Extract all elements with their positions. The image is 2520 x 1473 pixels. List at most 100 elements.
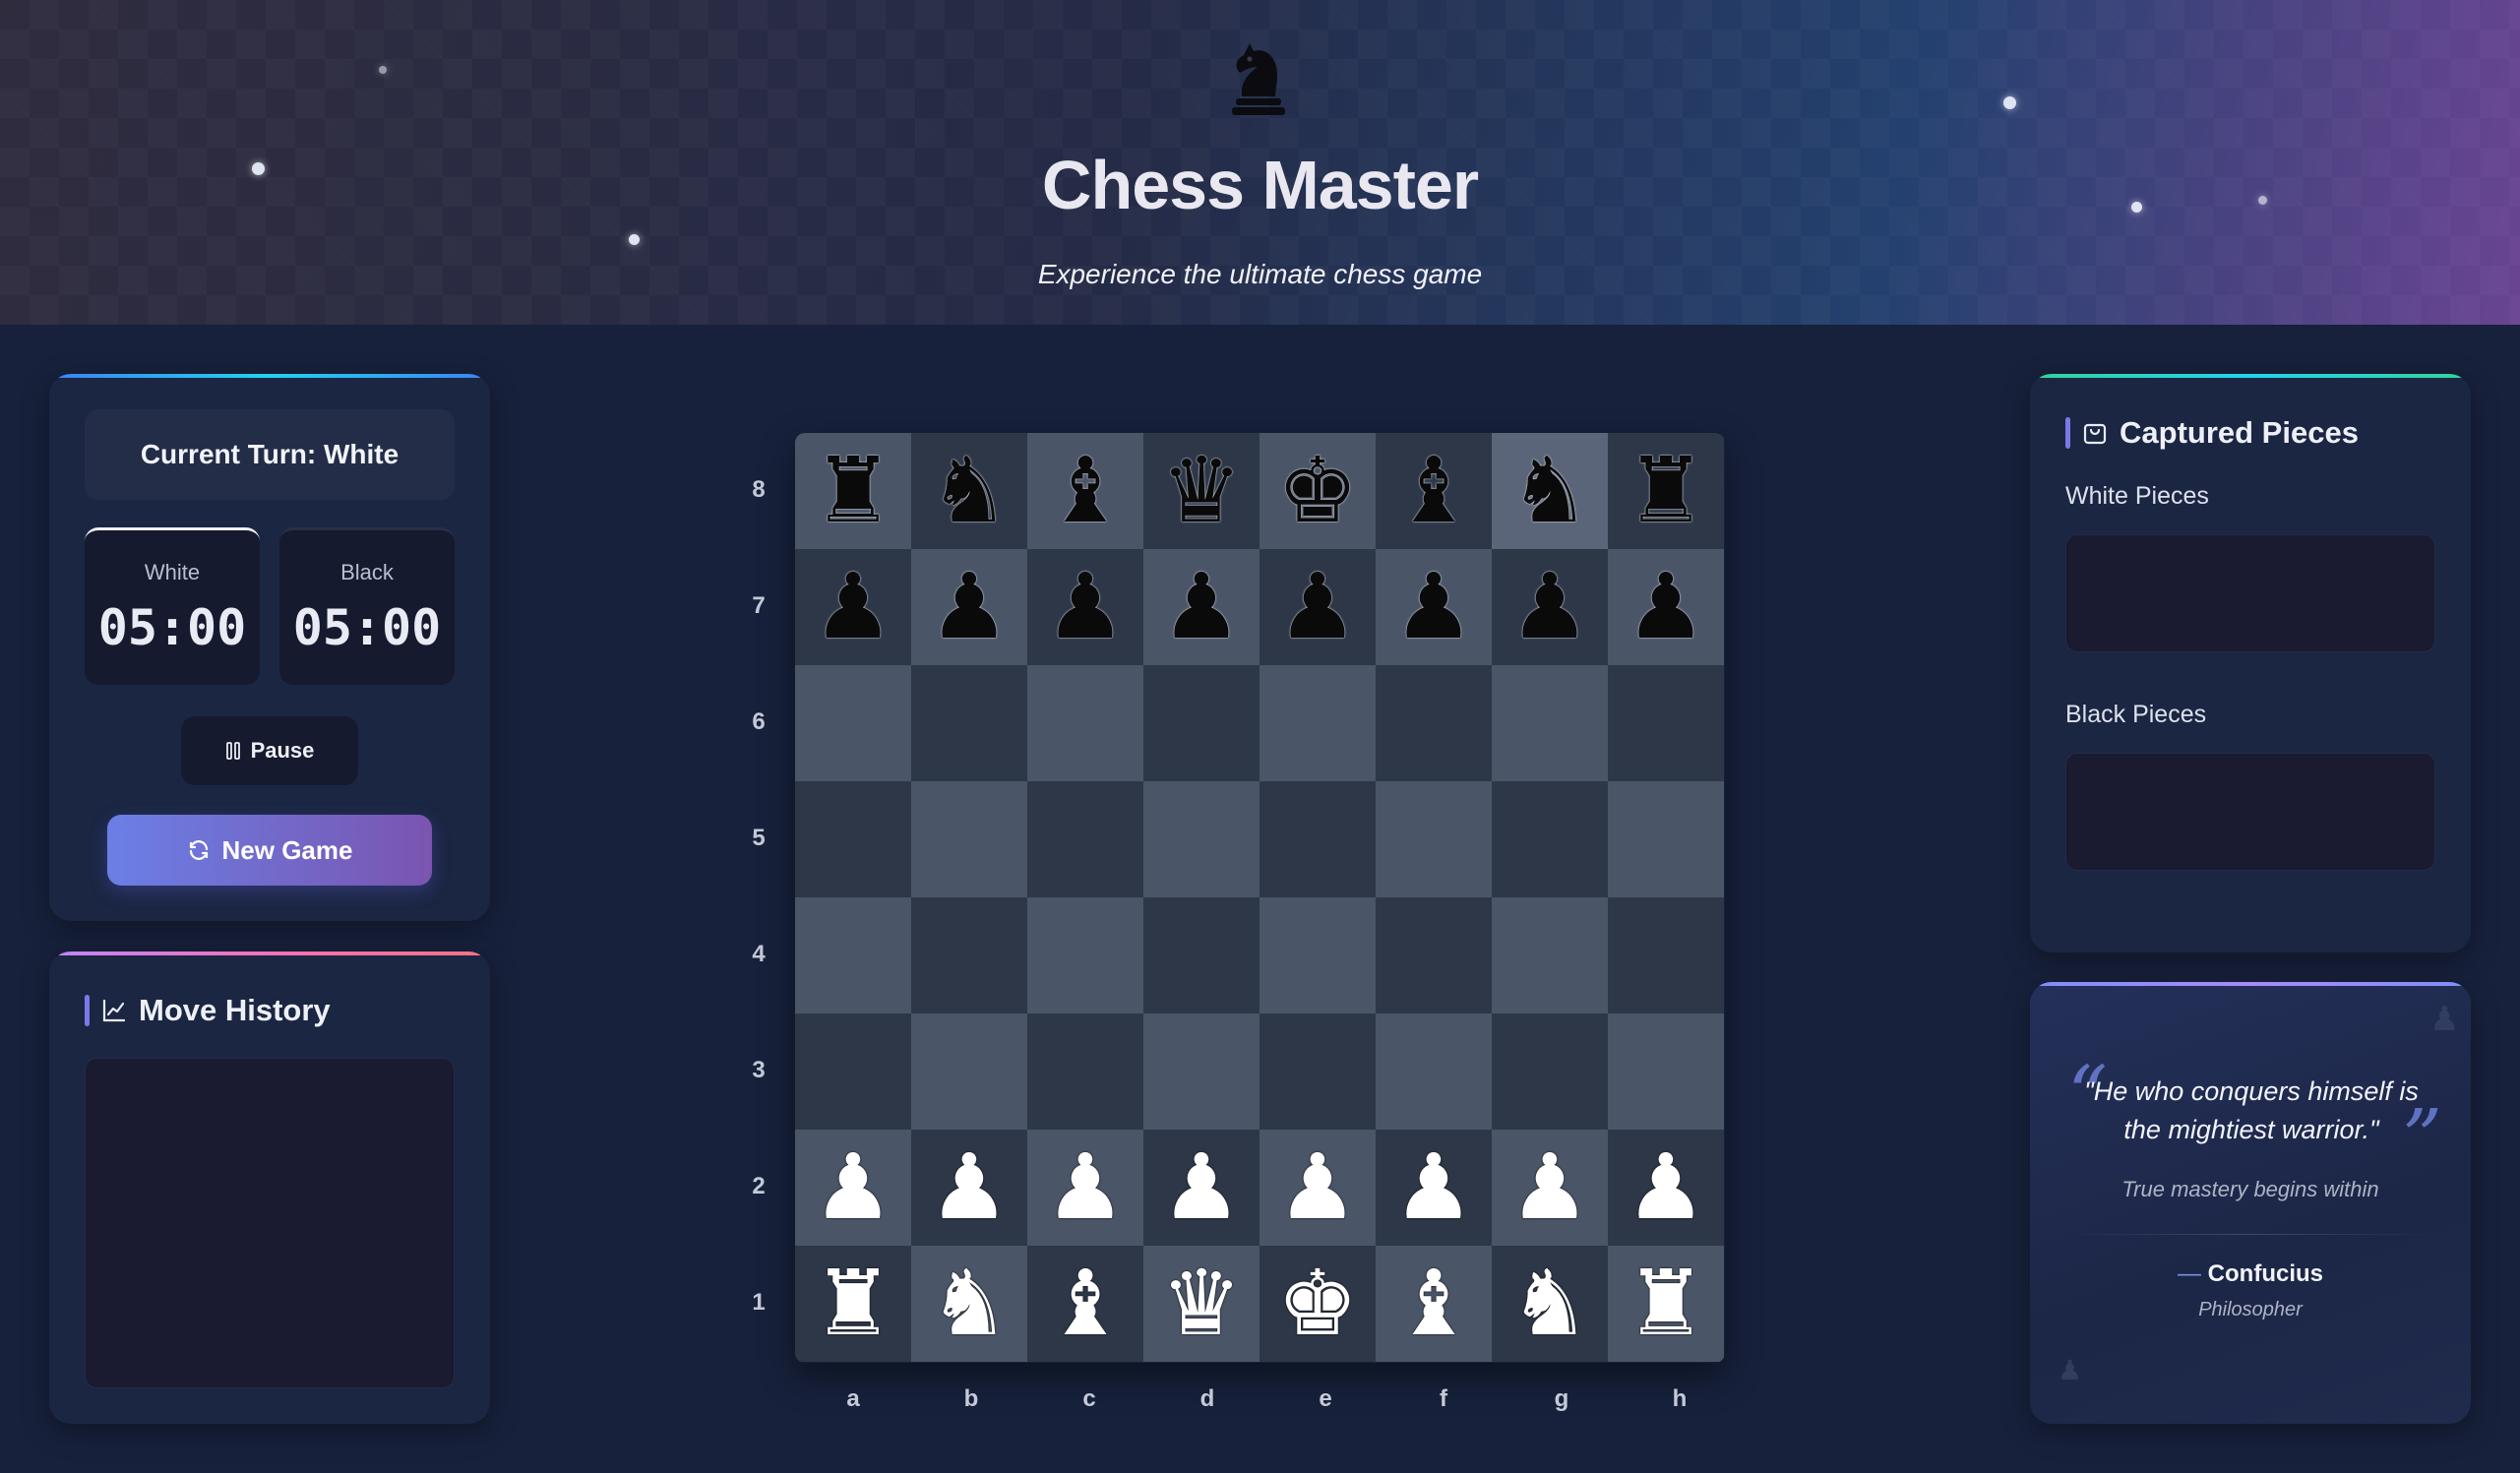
black-king-icon[interactable]: ♚ <box>1277 446 1358 536</box>
square-h3[interactable] <box>1608 1013 1724 1130</box>
square-d4[interactable] <box>1143 897 1260 1013</box>
black-pawn-icon[interactable]: ♟ <box>929 562 1010 652</box>
square-a2[interactable]: ♟ <box>795 1130 911 1246</box>
square-c2[interactable]: ♟ <box>1027 1130 1143 1246</box>
square-d6[interactable] <box>1143 665 1260 781</box>
square-b3[interactable] <box>911 1013 1027 1130</box>
square-e5[interactable] <box>1260 781 1376 897</box>
square-h2[interactable]: ♟ <box>1608 1130 1724 1246</box>
black-pawn-icon[interactable]: ♟ <box>1393 562 1474 652</box>
square-h8[interactable]: ♜ <box>1608 433 1724 549</box>
square-g2[interactable]: ♟ <box>1492 1130 1608 1246</box>
white-rook-icon[interactable]: ♜ <box>813 1258 893 1349</box>
square-c3[interactable] <box>1027 1013 1143 1130</box>
white-bishop-icon[interactable]: ♝ <box>1045 1258 1126 1349</box>
square-a1[interactable]: ♜ <box>795 1246 911 1362</box>
black-knight-icon[interactable]: ♞ <box>1509 446 1590 536</box>
square-f3[interactable] <box>1376 1013 1492 1130</box>
white-rook-icon[interactable]: ♜ <box>1626 1258 1706 1349</box>
square-a8[interactable]: ♜ <box>795 433 911 549</box>
square-c5[interactable] <box>1027 781 1143 897</box>
square-g1[interactable]: ♞ <box>1492 1246 1608 1362</box>
square-f4[interactable] <box>1376 897 1492 1013</box>
black-pawn-icon[interactable]: ♟ <box>1045 562 1126 652</box>
white-bishop-icon[interactable]: ♝ <box>1393 1258 1474 1349</box>
square-f7[interactable]: ♟ <box>1376 549 1492 665</box>
square-a3[interactable] <box>795 1013 911 1130</box>
square-b7[interactable]: ♟ <box>911 549 1027 665</box>
square-c6[interactable] <box>1027 665 1143 781</box>
square-h6[interactable] <box>1608 665 1724 781</box>
square-d5[interactable] <box>1143 781 1260 897</box>
square-e1[interactable]: ♚ <box>1260 1246 1376 1362</box>
square-d8[interactable]: ♛ <box>1143 433 1260 549</box>
square-e6[interactable] <box>1260 665 1376 781</box>
white-pawn-icon[interactable]: ♟ <box>813 1142 893 1233</box>
square-g6[interactable] <box>1492 665 1608 781</box>
square-d7[interactable]: ♟ <box>1143 549 1260 665</box>
white-pawn-icon[interactable]: ♟ <box>1626 1142 1706 1233</box>
square-g7[interactable]: ♟ <box>1492 549 1608 665</box>
black-knight-icon[interactable]: ♞ <box>929 446 1010 536</box>
square-d2[interactable]: ♟ <box>1143 1130 1260 1246</box>
black-bishop-icon[interactable]: ♝ <box>1045 446 1126 536</box>
white-pawn-icon[interactable]: ♟ <box>1161 1142 1242 1233</box>
square-a6[interactable] <box>795 665 911 781</box>
black-queen-icon[interactable]: ♛ <box>1161 446 1242 536</box>
black-bishop-icon[interactable]: ♝ <box>1393 446 1474 536</box>
white-pawn-icon[interactable]: ♟ <box>929 1142 1010 1233</box>
move-history-list[interactable] <box>85 1058 455 1388</box>
square-c7[interactable]: ♟ <box>1027 549 1143 665</box>
square-f2[interactable]: ♟ <box>1376 1130 1492 1246</box>
square-f1[interactable]: ♝ <box>1376 1246 1492 1362</box>
white-queen-icon[interactable]: ♛ <box>1161 1258 1242 1349</box>
square-h4[interactable] <box>1608 897 1724 1013</box>
white-pawn-icon[interactable]: ♟ <box>1393 1142 1474 1233</box>
square-a7[interactable]: ♟ <box>795 549 911 665</box>
white-pawn-icon[interactable]: ♟ <box>1509 1142 1590 1233</box>
new-game-button[interactable]: New Game <box>107 815 432 886</box>
square-g3[interactable] <box>1492 1013 1608 1130</box>
square-b2[interactable]: ♟ <box>911 1130 1027 1246</box>
black-rook-icon[interactable]: ♜ <box>813 446 893 536</box>
square-g8[interactable]: ♞ <box>1492 433 1608 549</box>
black-pawn-icon[interactable]: ♟ <box>1509 562 1590 652</box>
square-f5[interactable] <box>1376 781 1492 897</box>
square-e7[interactable]: ♟ <box>1260 549 1376 665</box>
white-knight-icon[interactable]: ♞ <box>929 1258 1010 1349</box>
square-b5[interactable] <box>911 781 1027 897</box>
black-rook-icon[interactable]: ♜ <box>1626 446 1706 536</box>
square-c1[interactable]: ♝ <box>1027 1246 1143 1362</box>
black-pawn-icon[interactable]: ♟ <box>1161 562 1242 652</box>
square-h5[interactable] <box>1608 781 1724 897</box>
square-a5[interactable] <box>795 781 911 897</box>
square-b6[interactable] <box>911 665 1027 781</box>
black-pawn-icon[interactable]: ♟ <box>813 562 893 652</box>
square-h7[interactable]: ♟ <box>1608 549 1724 665</box>
white-king-icon[interactable]: ♚ <box>1277 1258 1358 1349</box>
square-e3[interactable] <box>1260 1013 1376 1130</box>
pause-button[interactable]: Pause <box>181 716 358 785</box>
square-g5[interactable] <box>1492 781 1608 897</box>
square-b4[interactable] <box>911 897 1027 1013</box>
square-e4[interactable] <box>1260 897 1376 1013</box>
square-f6[interactable] <box>1376 665 1492 781</box>
white-captured-tray <box>2065 534 2435 652</box>
square-b1[interactable]: ♞ <box>911 1246 1027 1362</box>
square-b8[interactable]: ♞ <box>911 433 1027 549</box>
square-c4[interactable] <box>1027 897 1143 1013</box>
square-d3[interactable] <box>1143 1013 1260 1130</box>
white-knight-icon[interactable]: ♞ <box>1509 1258 1590 1349</box>
square-e8[interactable]: ♚ <box>1260 433 1376 549</box>
square-g4[interactable] <box>1492 897 1608 1013</box>
black-pawn-icon[interactable]: ♟ <box>1277 562 1358 652</box>
black-pawn-icon[interactable]: ♟ <box>1626 562 1706 652</box>
square-f8[interactable]: ♝ <box>1376 433 1492 549</box>
square-c8[interactable]: ♝ <box>1027 433 1143 549</box>
square-d1[interactable]: ♛ <box>1143 1246 1260 1362</box>
square-h1[interactable]: ♜ <box>1608 1246 1724 1362</box>
square-a4[interactable] <box>795 897 911 1013</box>
white-pawn-icon[interactable]: ♟ <box>1277 1142 1358 1233</box>
square-e2[interactable]: ♟ <box>1260 1130 1376 1246</box>
white-pawn-icon[interactable]: ♟ <box>1045 1142 1126 1233</box>
